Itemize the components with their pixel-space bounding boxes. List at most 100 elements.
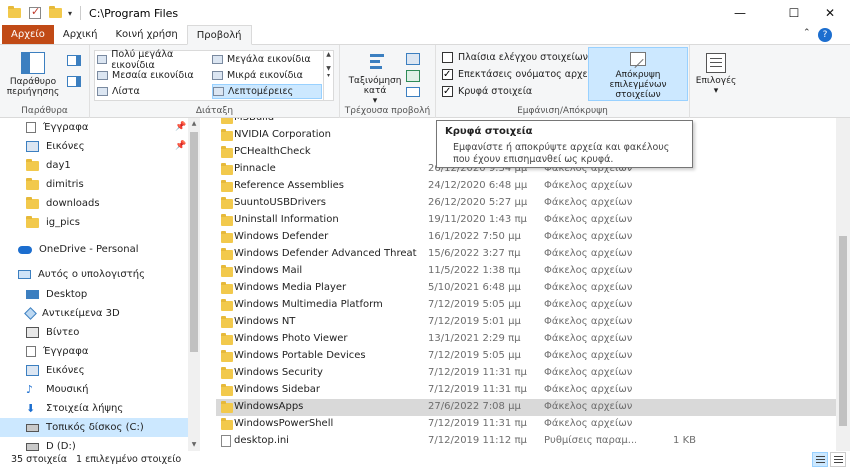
hidden-items-label: Κρυφά στοιχεία [458,85,533,97]
nav-item-this-pc[interactable]: Αυτός ο υπολογιστής [18,265,145,284]
nav-item-documents[interactable]: Έγγραφα [26,342,88,361]
tab-home[interactable]: Αρχική [54,25,107,44]
file-row[interactable]: SuuntoUSBDrivers 26/12/2020 5:27 μμ Φάκελο… [216,195,836,212]
customize-quick-access-icon[interactable]: ▾ [68,9,72,18]
hidden-items-checkbox[interactable] [442,85,453,97]
file-row[interactable]: Windows Portable Devices 7/12/2019 5:05 μ… [216,348,836,365]
layout-large-icons[interactable]: Μεγάλα εικονίδια [212,52,322,67]
close-button[interactable]: ✕ [808,0,850,26]
folder-icon [221,214,233,226]
nav-item-videos[interactable]: Βίντεο [26,323,79,342]
details-icon [213,87,224,96]
minimize-button[interactable]: — [718,0,762,26]
file-row[interactable]: Windows Mail 11/5/2022 1:38 πμ Φάκελος αρχ… [216,263,836,280]
nav-label: Έγγραφα [43,122,89,133]
file-list-scroll-thumb[interactable] [839,236,847,426]
navigation-pane-scroll-thumb[interactable] [190,132,198,352]
tab-view[interactable]: Προβολή [186,25,252,45]
help-icon[interactable]: ? [818,28,832,42]
nav-item-local-disk-c[interactable]: Τοπικός δίσκος (C:) [0,418,188,437]
nav-item-pictures[interactable]: Εικόνες [26,361,85,380]
nav-item-music[interactable]: ♪ Μουσική [26,380,89,399]
file-extensions-label: Επεκτάσεις ονόματος αρχείων [458,68,605,80]
file-row[interactable]: Windows NT 7/12/2019 5:01 μμ Φάκελος αρχεί… [216,314,836,331]
file-row[interactable]: Windows Media Player 5/10/2021 6:48 μμ Φάκ… [216,280,836,297]
layout-gallery: Πολύ μεγάλα εικονίδια Μεγάλα εικονίδια Μ… [94,49,334,101]
file-name: Windows Sidebar [234,384,321,395]
nav-item-onedrive[interactable]: OneDrive - Personal [18,240,139,259]
nav-item-day1[interactable]: day1 [26,156,71,175]
file-name: Windows Defender [234,231,329,242]
add-columns-icon[interactable] [406,70,420,82]
file-date: 7/12/2019 5:05 μμ [428,350,521,361]
layout-small-icons[interactable]: Μικρά εικονίδια [212,68,322,83]
file-row[interactable]: WindowsPowerShell 7/12/2019 11:31 πμ Φάκελ… [216,416,836,433]
layout-list[interactable]: Λίστα [97,84,210,99]
details-pane-icon[interactable] [67,76,81,87]
size-columns-icon[interactable] [406,87,420,97]
nav-label: Βίντεο [46,327,80,338]
item-checkboxes-checkbox[interactable] [442,51,453,63]
layout-gallery-scroll[interactable]: ▲ ▼ ▾ [323,51,333,100]
file-type: Ρυθμίσεις παραμ... [544,435,636,446]
folder-icon [221,418,233,430]
group-by-icon[interactable] [406,53,420,65]
navigation-pane-button[interactable]: Παράθυρο περιήγησης [6,52,60,97]
nav-item-downloads-pc[interactable]: ⬇ Στοιχεία λήψης [26,399,123,418]
nav-item-3d-objects[interactable]: Αντικείμενα 3D [24,304,120,323]
file-row[interactable]: Windows Photo Viewer 13/1/2021 2:29 πμ Φάκ… [216,331,836,348]
tab-share[interactable]: Κοινή χρήση [106,25,186,44]
preview-pane-icon[interactable] [67,55,81,66]
options-button[interactable]: Επιλογές ▾ [694,53,738,96]
nav-label: OneDrive - Personal [39,244,139,255]
file-type: Φάκελος αρχείων [544,231,633,242]
large-icons-view-icon[interactable] [830,452,846,467]
file-row[interactable]: Uninstall Information 19/11/2020 1:43 πμ Φ… [216,212,836,229]
file-row[interactable]: Windows Sidebar 7/12/2019 11:31 πμ Φάκελος… [216,382,836,399]
layout-medium-icons[interactable]: Μεσαία εικονίδια [97,68,210,83]
tab-file[interactable]: Αρχείο [2,25,54,44]
layout-details[interactable]: Λεπτομέρειες [212,84,322,99]
details-view-icon[interactable] [812,452,828,467]
nav-item-desktop[interactable]: Desktop [26,285,87,304]
new-folder-icon[interactable] [49,6,62,18]
file-name: NVIDIA Corporation [234,129,332,140]
folder-icon [8,6,21,18]
hide-selected-items-button[interactable]: Απόκρυψη επιλεγμένων στοιχείων [588,47,688,101]
nav-item-dimitris[interactable]: dimitris [26,175,84,194]
nav-label: ig_pics [46,217,80,228]
file-row[interactable]: Reference Assemblies 24/12/2020 6:48 μμ Φά… [216,178,836,195]
scroll-down-icon[interactable]: ▼ [188,439,200,451]
nav-label: Στοιχεία λήψης [46,403,124,414]
file-extensions-checkbox[interactable] [442,68,453,80]
file-row[interactable]: Windows Security 7/12/2019 11:31 πμ Φάκελο… [216,365,836,382]
file-row[interactable]: Windows Multimedia Platform 7/12/2019 5:0… [216,297,836,314]
nav-item-drive-d[interactable]: D (D:) [26,437,76,451]
nav-item-ig-pics[interactable]: ig_pics [26,213,80,232]
nav-item-documents-quick[interactable]: Έγγραφα [26,118,88,137]
file-list-scrollbar[interactable] [836,118,850,451]
layout-extra-large-icons[interactable]: Πολύ μεγάλα εικονίδια [97,49,210,71]
file-row[interactable]: Windows Defender Advanced Threat Prot...… [216,246,836,263]
drive-icon [26,442,39,451]
properties-icon[interactable] [29,5,41,19]
file-date: 5/10/2021 6:48 μμ [428,282,521,293]
file-row[interactable]: Windows Defender 16/1/2022 7:50 μμ Φάκελος… [216,229,836,246]
file-name: desktop.ini [234,435,289,446]
sort-by-button[interactable]: Ταξινόμηση κατά ▾ [348,51,402,106]
file-row[interactable]: WindowsApps 27/6/2022 7:08 μμ Φάκελος αρχε… [216,399,836,416]
collapse-ribbon-icon[interactable]: ⌃ [803,28,811,38]
file-date: 7/12/2019 11:31 πμ [428,384,527,395]
sort-icon [364,51,386,73]
folder-icon [221,146,233,158]
hidden-items-toggle[interactable]: Κρυφά στοιχεία [442,83,532,99]
pin-icon: 📌 [175,141,187,151]
nav-item-downloads[interactable]: downloads [26,194,100,213]
item-checkboxes-toggle[interactable]: Πλαίσια ελέγχου στοιχείων [442,49,588,65]
scroll-up-icon[interactable]: ▲ [188,118,200,130]
file-row[interactable]: desktop.ini 7/12/2019 11:12 πμ Ρυθμίσεις π… [216,433,836,450]
ribbon-tabs: Αρχείο Αρχική Κοινή χρήση Προβολή ⌃ ? [0,25,850,45]
navigation-pane-scrollbar[interactable]: ▲ ▼ [188,118,200,451]
nav-item-pictures-quick[interactable]: Εικόνες [26,137,85,156]
file-extensions-toggle[interactable]: Επεκτάσεις ονόματος αρχείων [442,66,604,82]
